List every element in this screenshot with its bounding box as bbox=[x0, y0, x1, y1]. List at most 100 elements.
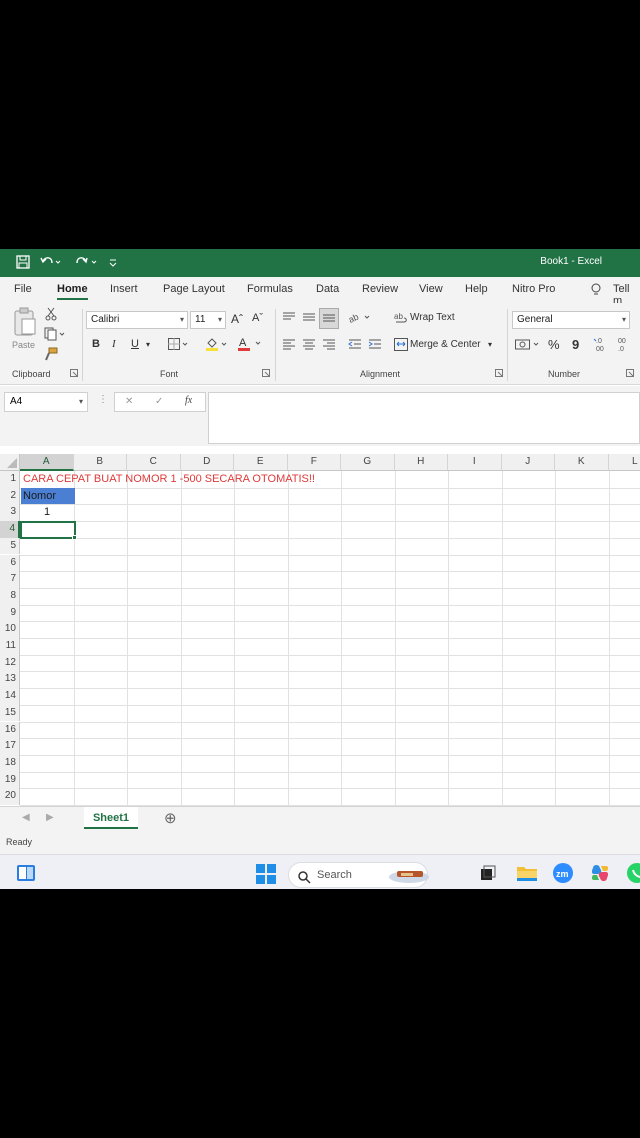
paste-label[interactable]: Paste bbox=[12, 340, 35, 350]
insert-function-icon[interactable]: fx bbox=[185, 395, 192, 406]
taskbar-search[interactable]: Search bbox=[288, 862, 429, 888]
orientation-icon[interactable]: ab bbox=[347, 310, 373, 327]
column-header-i[interactable]: I bbox=[448, 454, 502, 471]
row-header-2[interactable]: 2 bbox=[0, 487, 20, 505]
merge-center-button[interactable]: Merge & Center bbox=[410, 339, 481, 350]
row-header-1[interactable]: 1 bbox=[0, 471, 20, 488]
column-header-c[interactable]: C bbox=[127, 454, 181, 471]
column-header-a[interactable]: A bbox=[20, 454, 74, 471]
task-view-icon[interactable] bbox=[480, 865, 496, 886]
name-box[interactable]: A4 ▾ bbox=[4, 392, 88, 412]
row-header-7[interactable]: 7 bbox=[0, 571, 20, 588]
alignment-launcher-icon[interactable] bbox=[495, 369, 503, 380]
fill-handle[interactable] bbox=[72, 535, 77, 540]
row-header-6[interactable]: 6 bbox=[0, 554, 20, 572]
middle-align-icon[interactable] bbox=[302, 311, 316, 326]
sheet-tab-sheet1[interactable]: Sheet1 bbox=[84, 807, 138, 829]
copilot-icon[interactable] bbox=[589, 862, 611, 889]
whatsapp-icon[interactable] bbox=[626, 862, 640, 889]
shrink-font-button[interactable]: Aˇ bbox=[252, 312, 263, 324]
windows-start-icon[interactable] bbox=[256, 864, 276, 889]
merge-center-icon[interactable] bbox=[394, 338, 408, 354]
fill-color-icon[interactable] bbox=[205, 337, 229, 354]
row-header-13[interactable]: 13 bbox=[0, 671, 20, 689]
grow-font-button[interactable]: Aˆ bbox=[231, 312, 243, 326]
cell-a3[interactable]: 1 bbox=[44, 506, 50, 518]
undo-icon[interactable] bbox=[40, 255, 62, 271]
tab-home[interactable]: Home bbox=[57, 283, 88, 300]
row-header-3[interactable]: 3 bbox=[0, 504, 20, 522]
new-sheet-button[interactable]: ⊕ bbox=[164, 809, 177, 827]
file-explorer-icon[interactable] bbox=[516, 864, 538, 887]
formula-input[interactable] bbox=[208, 392, 640, 444]
tab-nitro-pro[interactable]: Nitro Pro bbox=[512, 283, 555, 295]
tab-formulas[interactable]: Formulas bbox=[247, 283, 293, 295]
active-cell-a4[interactable] bbox=[20, 521, 76, 539]
row-header-16[interactable]: 16 bbox=[0, 721, 20, 739]
column-header-k[interactable]: K bbox=[555, 454, 609, 471]
row-header-17[interactable]: 17 bbox=[0, 738, 20, 755]
row-header-4[interactable]: 4 bbox=[0, 521, 20, 538]
row-header-5[interactable]: 5 bbox=[0, 537, 20, 555]
column-header-f[interactable]: F bbox=[287, 454, 341, 471]
number-format-select[interactable]: General ▾ bbox=[512, 311, 630, 329]
row-header-15[interactable]: 15 bbox=[0, 704, 20, 722]
zoom-app-icon[interactable]: zm bbox=[552, 862, 574, 889]
select-all-corner[interactable] bbox=[0, 454, 20, 471]
borders-icon[interactable] bbox=[168, 338, 190, 353]
cut-icon[interactable] bbox=[44, 307, 58, 324]
row-header-11[interactable]: 11 bbox=[0, 638, 20, 655]
column-header-d[interactable]: D bbox=[180, 454, 234, 471]
tab-view[interactable]: View bbox=[419, 283, 443, 295]
align-right-icon[interactable] bbox=[322, 338, 336, 353]
enter-icon[interactable]: ✓ bbox=[155, 396, 163, 407]
row-header-14[interactable]: 14 bbox=[0, 688, 20, 705]
tab-file[interactable]: File bbox=[14, 283, 32, 295]
tab-help[interactable]: Help bbox=[465, 283, 488, 295]
redo-icon[interactable] bbox=[74, 255, 98, 271]
row-header-20[interactable]: 20 bbox=[0, 788, 20, 805]
row-header-9[interactable]: 9 bbox=[0, 604, 20, 622]
more-options-icon[interactable]: ⋮ bbox=[98, 394, 108, 405]
scroll-left-icon[interactable]: ◀ bbox=[22, 812, 30, 823]
column-header-l[interactable]: L bbox=[608, 454, 640, 471]
top-align-icon[interactable] bbox=[282, 311, 296, 326]
column-header-h[interactable]: H bbox=[394, 454, 448, 471]
widgets-icon[interactable] bbox=[16, 864, 36, 887]
align-center-icon[interactable] bbox=[302, 338, 316, 353]
tab-review[interactable]: Review bbox=[362, 283, 398, 295]
decrease-decimal-icon[interactable]: 00.0 bbox=[615, 336, 631, 355]
increase-decimal-icon[interactable]: .0 00 bbox=[593, 336, 609, 355]
decrease-indent-icon[interactable] bbox=[348, 338, 362, 353]
increase-indent-icon[interactable] bbox=[368, 338, 382, 353]
row-header-18[interactable]: 18 bbox=[0, 754, 20, 772]
accounting-format-icon[interactable] bbox=[515, 338, 543, 354]
bottom-align-icon[interactable] bbox=[319, 308, 339, 329]
row-header-8[interactable]: 8 bbox=[0, 587, 20, 605]
format-painter-icon[interactable] bbox=[44, 347, 58, 364]
bold-button[interactable]: B bbox=[92, 338, 100, 350]
column-header-j[interactable]: J bbox=[501, 454, 555, 471]
comma-style-button[interactable]: 9 bbox=[572, 337, 579, 352]
cell-a1[interactable]: CARA CEPAT BUAT NOMOR 1 -500 SECARA OTOM… bbox=[23, 473, 315, 485]
italic-button[interactable]: I bbox=[112, 338, 116, 350]
font-launcher-icon[interactable] bbox=[262, 369, 270, 380]
lightbulb-icon[interactable] bbox=[590, 283, 602, 299]
paste-icon[interactable] bbox=[12, 307, 38, 340]
cell-a2[interactable]: Nomor bbox=[23, 490, 56, 502]
row-header-10[interactable]: 10 bbox=[0, 621, 20, 638]
cancel-icon[interactable]: ✕ bbox=[125, 396, 133, 407]
number-launcher-icon[interactable] bbox=[626, 369, 634, 380]
underline-button[interactable]: U bbox=[131, 338, 139, 350]
merge-dropdown-icon[interactable]: ▾ bbox=[488, 340, 492, 349]
align-left-icon[interactable] bbox=[282, 338, 296, 353]
clipboard-launcher-icon[interactable] bbox=[70, 369, 78, 380]
row-header-12[interactable]: 12 bbox=[0, 654, 20, 672]
wrap-text-button[interactable]: Wrap Text bbox=[410, 312, 455, 323]
scroll-right-icon[interactable]: ▶ bbox=[46, 812, 54, 823]
tab-insert[interactable]: Insert bbox=[110, 283, 138, 295]
save-icon[interactable] bbox=[16, 255, 30, 271]
column-header-b[interactable]: B bbox=[73, 454, 127, 471]
font-name-select[interactable]: Calibri ▾ bbox=[86, 311, 188, 329]
tab-data[interactable]: Data bbox=[316, 283, 339, 295]
